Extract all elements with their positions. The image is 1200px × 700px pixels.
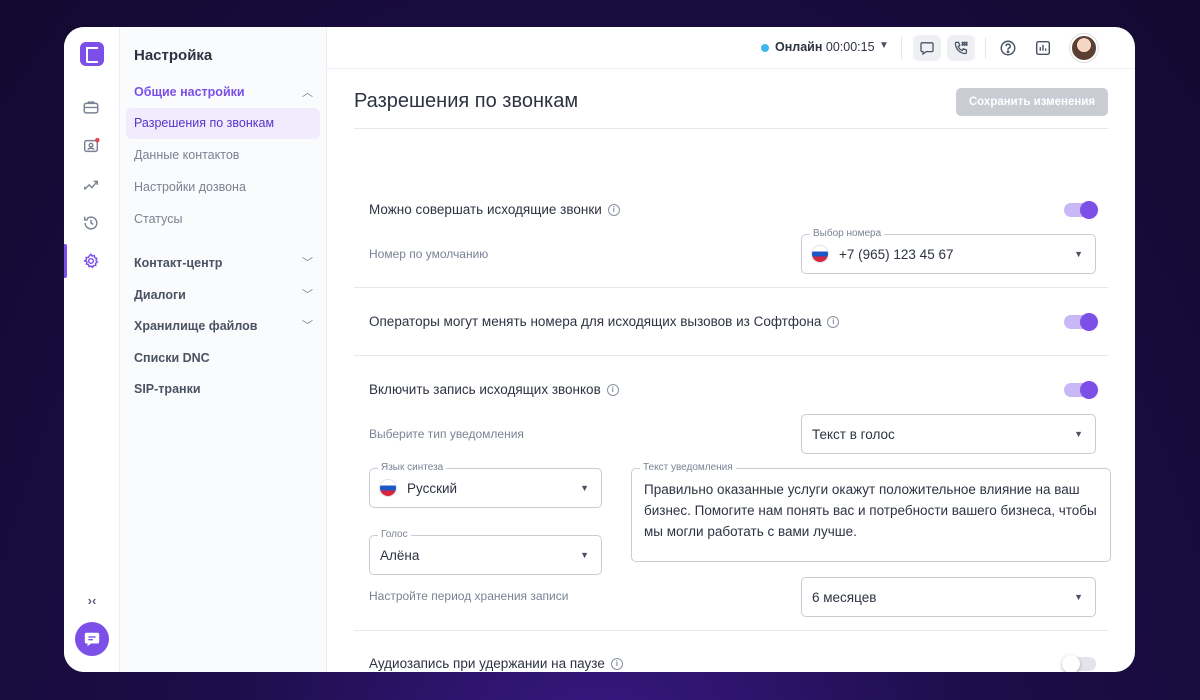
sidebar-group-label: SIP-транки (134, 382, 201, 396)
caret-down-icon: ▼ (580, 483, 589, 493)
setting-title: Операторы могут менять номера для исходя… (369, 314, 822, 329)
default-number-label: Номер по умолчанию (369, 247, 489, 261)
app-window: ›‹ Настройка Общие настройки ︿ Разрешени… (64, 27, 1135, 672)
voice-select[interactable]: Голос Алёна ▼ (369, 529, 602, 575)
field-label: Язык синтеза (378, 462, 447, 474)
info-icon[interactable]: i (606, 383, 619, 396)
history-icon[interactable] (80, 212, 102, 234)
icon-rail: ›‹ (64, 27, 120, 672)
status-timer: 00:00:15 (825, 40, 875, 54)
sidebar-group-label: Диалоги (134, 288, 186, 302)
operators-change-toggle[interactable] (1064, 313, 1098, 331)
main-content: Разрешения по звонкам Сохранить изменени… (327, 70, 1135, 672)
chevron-down-icon: ﹀ (302, 289, 313, 301)
sidebar-group-contact-center[interactable]: Контакт-центр (134, 256, 314, 270)
collapse-icon[interactable]: ›‹ (81, 590, 103, 612)
chat-icon[interactable] (75, 622, 109, 656)
chevron-up-icon: ︿ (302, 87, 313, 99)
caret-down-icon: ▼ (1074, 592, 1083, 602)
outgoing-calls-toggle[interactable] (1064, 201, 1098, 219)
caret-down-icon: ▼ (1074, 249, 1083, 259)
sidebar-group-label: Списки DNC (134, 351, 210, 365)
sidebar-group-dialogs[interactable]: Диалоги (134, 288, 314, 302)
notification-type-value: Текст в голос (812, 426, 895, 442)
info-icon[interactable]: i (610, 657, 623, 670)
field-label: Голос (378, 529, 411, 541)
field-label: Выбор номера (810, 228, 885, 240)
help-icon[interactable] (997, 37, 1019, 59)
chevron-down-icon: ﹀ (302, 320, 313, 332)
sidebar-title: Настройка (134, 47, 213, 64)
number-select[interactable]: Выбор номера +7 (965) 123 45 67 ▼ (801, 228, 1096, 274)
hold-recording-setting: Аудиозапись при удержании на паузе i (369, 656, 623, 671)
status-label: Онлайн (775, 40, 823, 54)
divider (985, 37, 986, 59)
notification-text: Правильно оказанные услуги окажут положи… (644, 482, 1097, 539)
report-icon[interactable] (1032, 37, 1054, 59)
logo-icon[interactable] (80, 42, 104, 66)
operators-change-setting: Операторы могут менять номера для исходя… (369, 314, 840, 329)
phone-dialpad-icon[interactable] (947, 35, 975, 61)
russia-flag-icon (812, 246, 828, 262)
outgoing-calls-setting: Можно совершать исходящие звонки i (369, 202, 620, 217)
sidebar-item-call-permissions[interactable]: Разрешения по звонкам (126, 108, 320, 139)
divider (354, 128, 1108, 129)
info-icon[interactable]: i (827, 315, 840, 328)
divider (354, 355, 1108, 356)
sidebar-item-statuses[interactable]: Статусы (126, 204, 320, 235)
number-value: +7 (965) 123 45 67 (839, 246, 954, 262)
sidebar-item-contact-data[interactable]: Данные контактов (126, 140, 320, 171)
settings-sidebar: Настройка Общие настройки ︿ Разрешения п… (120, 27, 327, 672)
sidebar-group-label: Общие настройки (134, 85, 245, 99)
sidebar-group-general[interactable]: Общие настройки (134, 85, 314, 99)
language-value: Русский (407, 480, 458, 496)
setting-title: Включить запись исходящих звонков (369, 382, 601, 397)
chevron-down-icon: ﹀ (302, 257, 313, 269)
caret-down-icon: ▼ (580, 550, 589, 560)
field-label: Текст уведомления (640, 462, 736, 474)
briefcase-icon[interactable] (80, 96, 102, 118)
info-icon[interactable]: i (607, 203, 620, 216)
status-dot (761, 44, 769, 52)
trend-icon[interactable] (80, 173, 102, 195)
notification-type-label: Выберите тип уведомления (369, 427, 524, 441)
chat-bubble-icon[interactable] (913, 35, 941, 61)
recording-setting: Включить запись исходящих звонков i (369, 382, 619, 397)
retention-label: Настройте период хранения записи (369, 589, 569, 603)
sidebar-group-label: Контакт-центр (134, 256, 223, 270)
voice-value: Алёна (380, 547, 420, 563)
retention-select[interactable]: 6 месяцев ▼ (801, 577, 1096, 617)
sidebar-group-file-storage[interactable]: Хранилище файлов (134, 319, 314, 333)
avatar[interactable] (1070, 34, 1098, 62)
divider (901, 37, 902, 59)
hold-recording-toggle[interactable] (1062, 655, 1096, 672)
russia-flag-icon (380, 480, 396, 496)
divider (354, 630, 1108, 631)
sidebar-group-label: Хранилище файлов (134, 319, 258, 333)
operator-icon[interactable] (80, 135, 102, 157)
sidebar-item-dialing-settings[interactable]: Настройки дозвона (126, 172, 320, 203)
page-title: Разрешения по звонкам (354, 90, 579, 112)
setting-title: Аудиозапись при удержании на паузе (369, 656, 605, 671)
notification-type-select[interactable]: Текст в голос ▼ (801, 414, 1096, 454)
caret-down-icon[interactable]: ▼ (879, 40, 889, 51)
rail-active-indicator (64, 244, 67, 278)
retention-value: 6 месяцев (812, 589, 877, 605)
save-button[interactable]: Сохранить изменения (956, 88, 1108, 116)
divider (354, 287, 1108, 288)
notification-text-field[interactable]: Текст уведомления Правильно оказанные ус… (631, 462, 1111, 562)
sidebar-group-dnc-lists[interactable]: Списки DNC (134, 351, 210, 365)
language-select[interactable]: Язык синтеза Русский ▼ (369, 462, 602, 508)
gear-icon[interactable] (80, 250, 102, 272)
recording-toggle[interactable] (1064, 381, 1098, 399)
top-bar: Онлайн 00:00:15 ▼ (327, 27, 1135, 69)
setting-title: Можно совершать исходящие звонки (369, 202, 602, 217)
status-selector[interactable]: Онлайн 00:00:15 (775, 40, 875, 54)
sidebar-group-sip-trunks[interactable]: SIP-транки (134, 382, 201, 396)
caret-down-icon: ▼ (1074, 429, 1083, 439)
